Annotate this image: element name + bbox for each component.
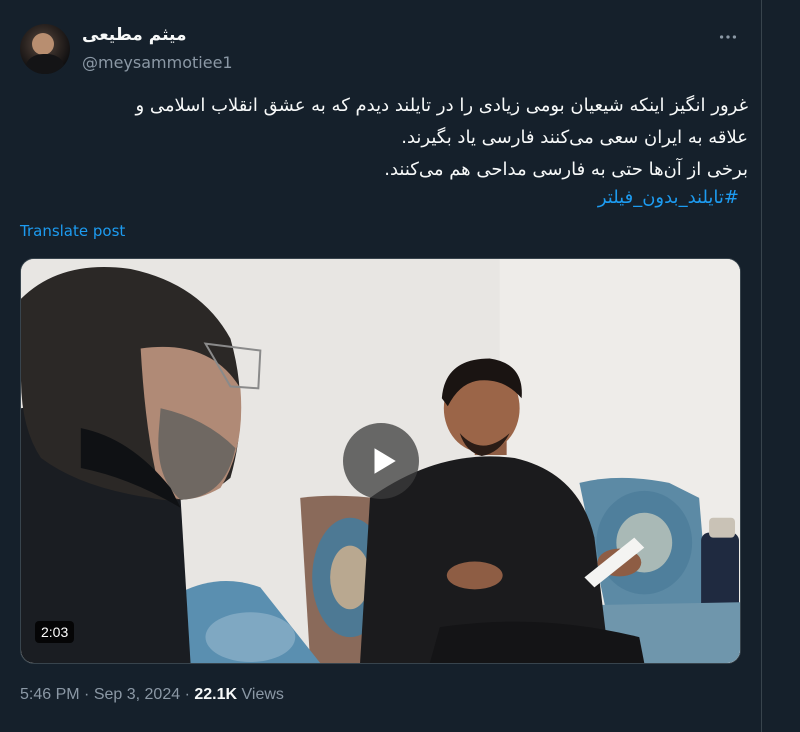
play-icon (374, 448, 396, 474)
page-background-edge (762, 0, 800, 732)
avatar[interactable] (20, 24, 70, 74)
meta-separator: · (84, 686, 90, 703)
views-count: 22.1K (194, 686, 238, 703)
play-button[interactable] (343, 423, 419, 499)
post-time[interactable]: 5:46 PM (20, 686, 80, 703)
video-player[interactable]: 2:03 (20, 258, 741, 664)
views-label: Views (241, 686, 284, 703)
post-text-line: غرور انگیز اینکه شیعیان بومی زیادی را در… (135, 95, 749, 116)
hashtag-link[interactable]: #تایلند_بدون_فیلتر (598, 187, 739, 208)
translate-post-link[interactable]: Translate post (20, 222, 125, 240)
more-options-button[interactable] (708, 22, 748, 52)
more-dots-icon (719, 35, 737, 39)
post-text-line: برخی از آن‌ها حتی به فارسی مداحی هم می‌ک… (384, 159, 748, 180)
tweet-card: میثم مطیعی @meysammotiee1 غرور انگیز این… (0, 0, 762, 732)
author-handle[interactable]: @meysammotiee1 (82, 53, 233, 72)
video-duration-badge: 2:03 (35, 621, 75, 643)
post-date[interactable]: Sep 3, 2024 (94, 686, 180, 703)
post-text-line: علاقه به ایران سعی می‌کنند فارسی یاد بگی… (401, 127, 748, 148)
meta-separator: · (184, 686, 190, 703)
post-text: غرور انگیز اینکه شیعیان بومی زیادی را در… (20, 90, 749, 186)
post-meta: 5:46 PM · Sep 3, 2024 · 22.1K Views (20, 686, 284, 704)
author-name[interactable]: میثم مطیعی (82, 25, 186, 45)
